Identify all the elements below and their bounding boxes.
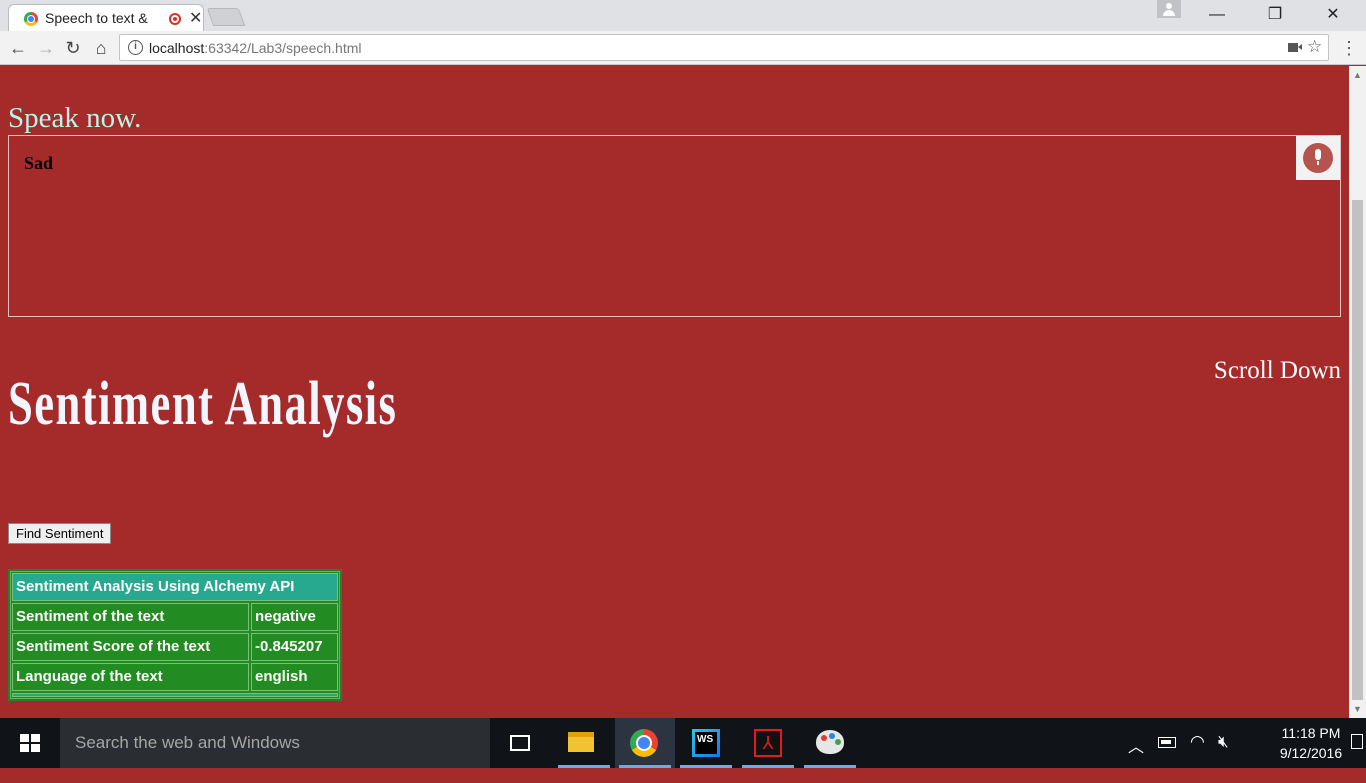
paint-icon — [816, 730, 844, 754]
speech-textbox[interactable]: Sad — [8, 135, 1341, 317]
file-explorer-icon — [568, 732, 594, 752]
clock-date: 9/12/2016 — [1279, 745, 1343, 761]
notification-icon[interactable] — [1351, 734, 1363, 749]
table-value: -0.845207 — [251, 633, 338, 661]
battery-icon[interactable] — [1158, 737, 1176, 748]
address-bar[interactable]: i localhost:63342/Lab3/speech.html ☆ — [119, 34, 1329, 61]
browser-titlebar: Speech to text & ✕ — ❐ ✕ — [0, 0, 1366, 31]
windows-start-icon[interactable] — [20, 734, 40, 752]
url-text: localhost:63342/Lab3/speech.html — [149, 40, 362, 56]
windows-taskbar: Search the web and Windows WS ⅄ ︿ ◠ 🔇︎ 1… — [0, 718, 1366, 768]
close-tab-icon[interactable]: ✕ — [189, 8, 202, 28]
wifi-icon[interactable]: ◠ — [1190, 732, 1205, 782]
taskbar-clock[interactable]: 11:18 PM 9/12/2016 — [1270, 723, 1352, 763]
page-heading: Sentiment Analysis — [8, 370, 398, 438]
paint-taskbar-button[interactable] — [800, 718, 860, 768]
forward-icon[interactable]: → — [34, 36, 58, 60]
table-row: Sentiment of the text negative — [12, 603, 338, 631]
recording-icon — [169, 13, 181, 25]
bookmark-star-icon[interactable]: ☆ — [1307, 37, 1322, 57]
volume-muted-icon[interactable]: 🔇︎ — [1218, 732, 1229, 782]
scroll-up-arrow-icon[interactable]: ▲ — [1353, 70, 1362, 80]
scroll-thumb[interactable] — [1352, 200, 1363, 700]
page-content: Speak now. Sad Scroll Down Sentiment Ana… — [0, 66, 1349, 718]
profile-icon[interactable] — [1157, 0, 1181, 18]
page-scrollbar[interactable]: ▲ ▼ — [1349, 66, 1366, 718]
webstorm-taskbar-button[interactable]: WS — [676, 718, 736, 768]
restore-icon[interactable]: ❐ — [1252, 2, 1298, 28]
task-view-icon[interactable] — [510, 735, 530, 751]
menu-icon[interactable]: ⋮ — [1340, 36, 1358, 60]
chevron-up-icon[interactable]: ︿ — [1128, 733, 1144, 783]
back-icon[interactable]: ← — [6, 36, 30, 60]
find-sentiment-button[interactable]: Find Sentiment — [8, 523, 112, 544]
webstorm-icon: WS — [692, 729, 720, 757]
mic-circle — [1303, 143, 1333, 173]
reload-icon[interactable]: ↻ — [61, 36, 85, 60]
table-label: Language of the text — [12, 663, 249, 691]
table-value: english — [251, 663, 338, 691]
info-icon[interactable]: i — [128, 40, 143, 55]
browser-tab[interactable]: Speech to text & ✕ — [8, 4, 204, 31]
scroll-down-arrow-icon[interactable]: ▼ — [1353, 704, 1362, 714]
table-row: Language of the text english — [12, 663, 338, 691]
scroll-down-text: Scroll Down — [1213, 357, 1341, 384]
minimize-icon[interactable]: — — [1194, 2, 1240, 28]
chrome-icon — [630, 729, 658, 757]
acrobat-taskbar-button[interactable]: ⅄ — [738, 718, 798, 768]
table-value: negative — [251, 603, 338, 631]
camera-icon[interactable] — [1288, 43, 1302, 52]
table-header: Sentiment Analysis Using Alchemy API — [12, 573, 338, 601]
speak-prompt: Speak now. — [8, 102, 142, 134]
new-tab-button[interactable] — [206, 8, 246, 26]
acrobat-icon: ⅄ — [754, 729, 782, 757]
table-label: Sentiment of the text — [12, 603, 249, 631]
file-explorer-button[interactable] — [554, 718, 614, 768]
mic-button[interactable] — [1296, 136, 1340, 180]
clock-time: 11:18 PM — [1281, 725, 1341, 741]
table-footer — [12, 693, 338, 697]
chrome-favicon-icon — [24, 12, 38, 26]
sentiment-table: Sentiment Analysis Using Alchemy API Sen… — [8, 569, 342, 701]
browser-toolbar: ← → ↻ ⌂ i localhost:63342/Lab3/speech.ht… — [0, 31, 1366, 65]
close-window-icon[interactable]: ✕ — [1310, 2, 1356, 28]
table-label: Sentiment Score of the text — [12, 633, 249, 661]
chrome-taskbar-button[interactable] — [615, 718, 675, 768]
table-row: Sentiment Score of the text -0.845207 — [12, 633, 338, 661]
search-placeholder: Search the web and Windows — [75, 733, 300, 752]
tab-title: Speech to text & — [45, 10, 148, 26]
home-icon[interactable]: ⌂ — [89, 36, 113, 60]
taskbar-search[interactable]: Search the web and Windows — [60, 718, 490, 768]
microphone-icon — [1315, 149, 1321, 165]
speech-text: Sad — [24, 153, 54, 173]
